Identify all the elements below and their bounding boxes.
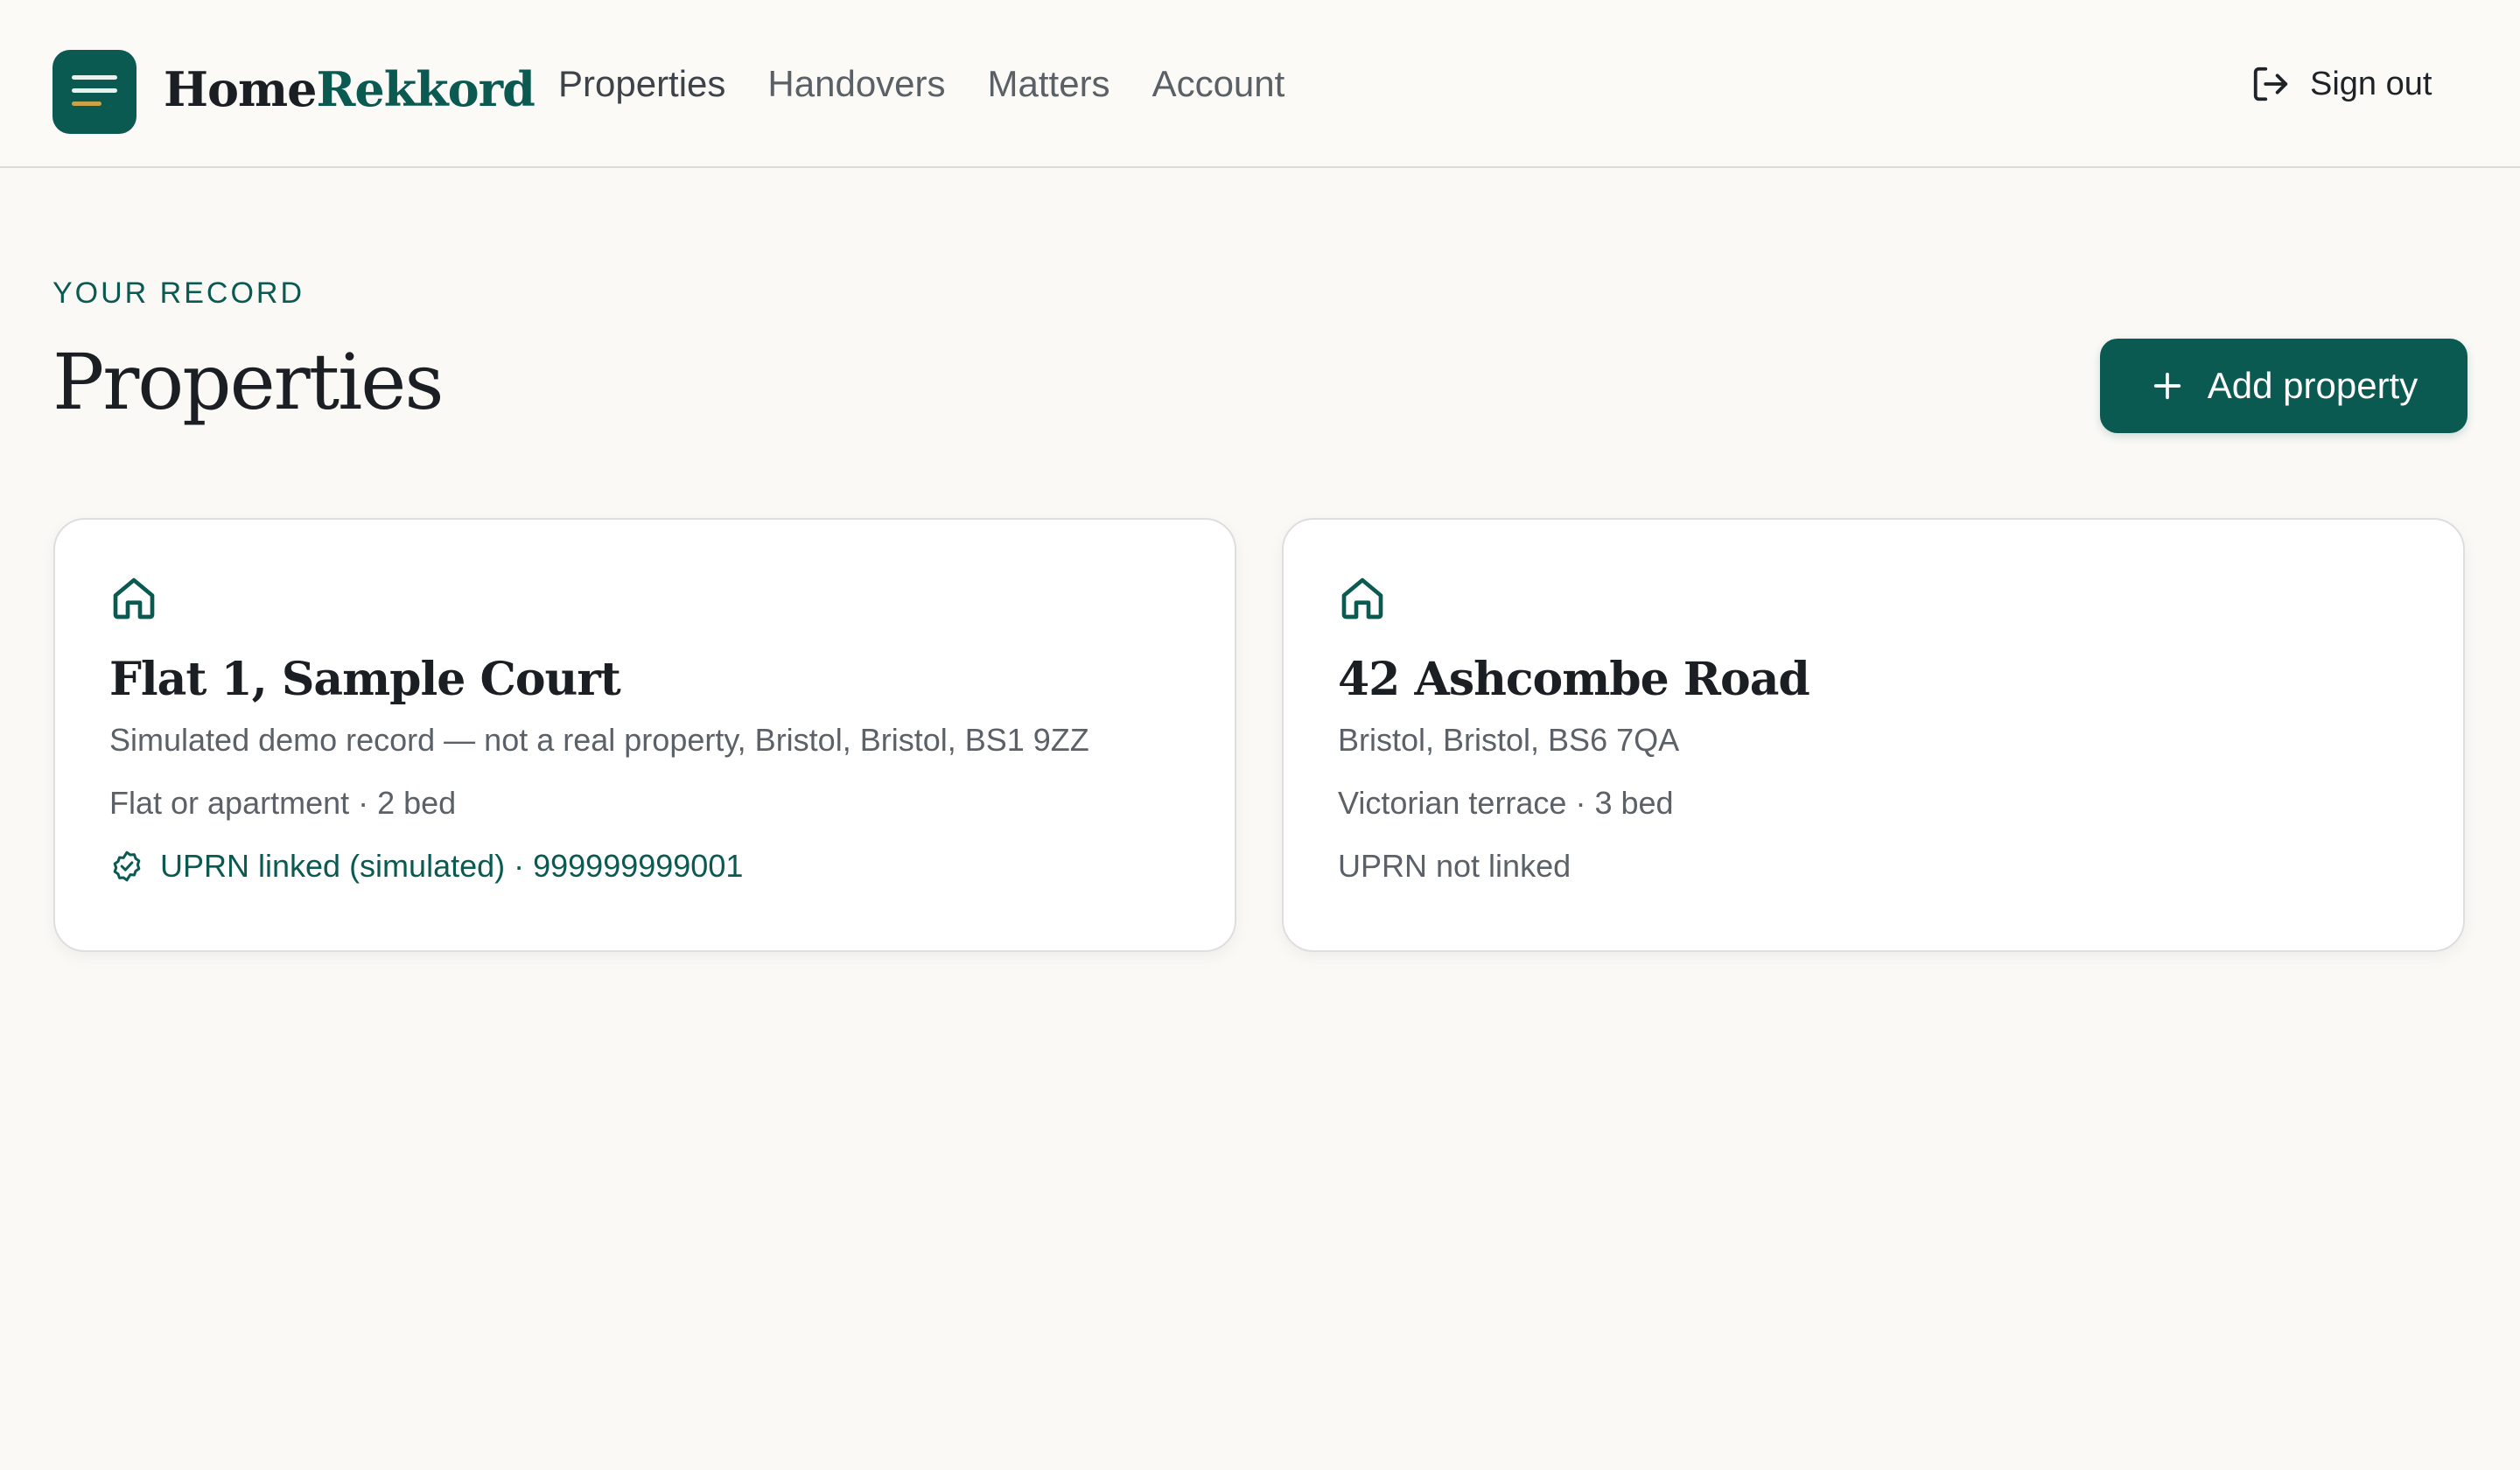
page-title: Properties bbox=[52, 337, 444, 427]
menu-icon-bar bbox=[72, 88, 117, 93]
house-icon bbox=[113, 578, 155, 620]
sign-out-label: Sign out bbox=[2310, 65, 2432, 102]
sign-out-button[interactable]: Sign out bbox=[2250, 58, 2432, 110]
house-icon bbox=[1341, 578, 1383, 620]
brand-name-rekkord: Rekkord bbox=[316, 61, 536, 117]
main-nav: Properties Handovers Matters Account bbox=[558, 58, 1326, 110]
plus-icon bbox=[2153, 372, 2180, 400]
nav-item-properties[interactable]: Properties bbox=[558, 63, 725, 105]
nav-item-handovers[interactable]: Handovers bbox=[767, 63, 945, 105]
sign-out-icon bbox=[2253, 66, 2288, 102]
uprn-status: UPRN not linked bbox=[1338, 845, 1571, 887]
uprn-status-label: UPRN linked (simulated) · 999999999001 bbox=[160, 848, 744, 884]
add-property-button[interactable]: Add property bbox=[2100, 339, 2468, 433]
menu-icon[interactable] bbox=[52, 50, 136, 134]
menu-icon-bar bbox=[72, 75, 117, 80]
property-card[interactable]: 42 Ashcombe Road Bristol, Bristol, BS6 7… bbox=[1282, 518, 2465, 952]
brand-logo[interactable]: HomeRekkord bbox=[164, 58, 536, 121]
property-meta: Victorian terrace · 3 bed bbox=[1338, 785, 1674, 821]
property-title: Flat 1, Sample Court bbox=[109, 653, 621, 706]
add-property-label: Add property bbox=[2207, 365, 2418, 406]
menu-icon-bar bbox=[72, 102, 102, 106]
property-title: 42 Ashcombe Road bbox=[1338, 653, 1810, 706]
page-eyebrow: YOUR RECORD bbox=[52, 276, 305, 310]
property-address: Simulated demo record — not a real prope… bbox=[109, 722, 1089, 758]
property-meta: Flat or apartment · 2 bed bbox=[109, 785, 457, 821]
uprn-status-label: UPRN not linked bbox=[1338, 848, 1572, 884]
property-card[interactable]: Flat 1, Sample Court Simulated demo reco… bbox=[53, 518, 1236, 952]
brand-name-home: Home bbox=[164, 61, 318, 117]
property-address: Bristol, Bristol, BS6 7QA bbox=[1338, 722, 1680, 758]
uprn-status: UPRN linked (simulated) · 999999999001 bbox=[109, 845, 743, 887]
nav-item-matters[interactable]: Matters bbox=[988, 63, 1110, 105]
nav-item-account[interactable]: Account bbox=[1152, 63, 1285, 105]
verified-badge-icon bbox=[113, 850, 141, 882]
top-header: HomeRekkord Properties Handovers Matters… bbox=[0, 0, 2520, 168]
